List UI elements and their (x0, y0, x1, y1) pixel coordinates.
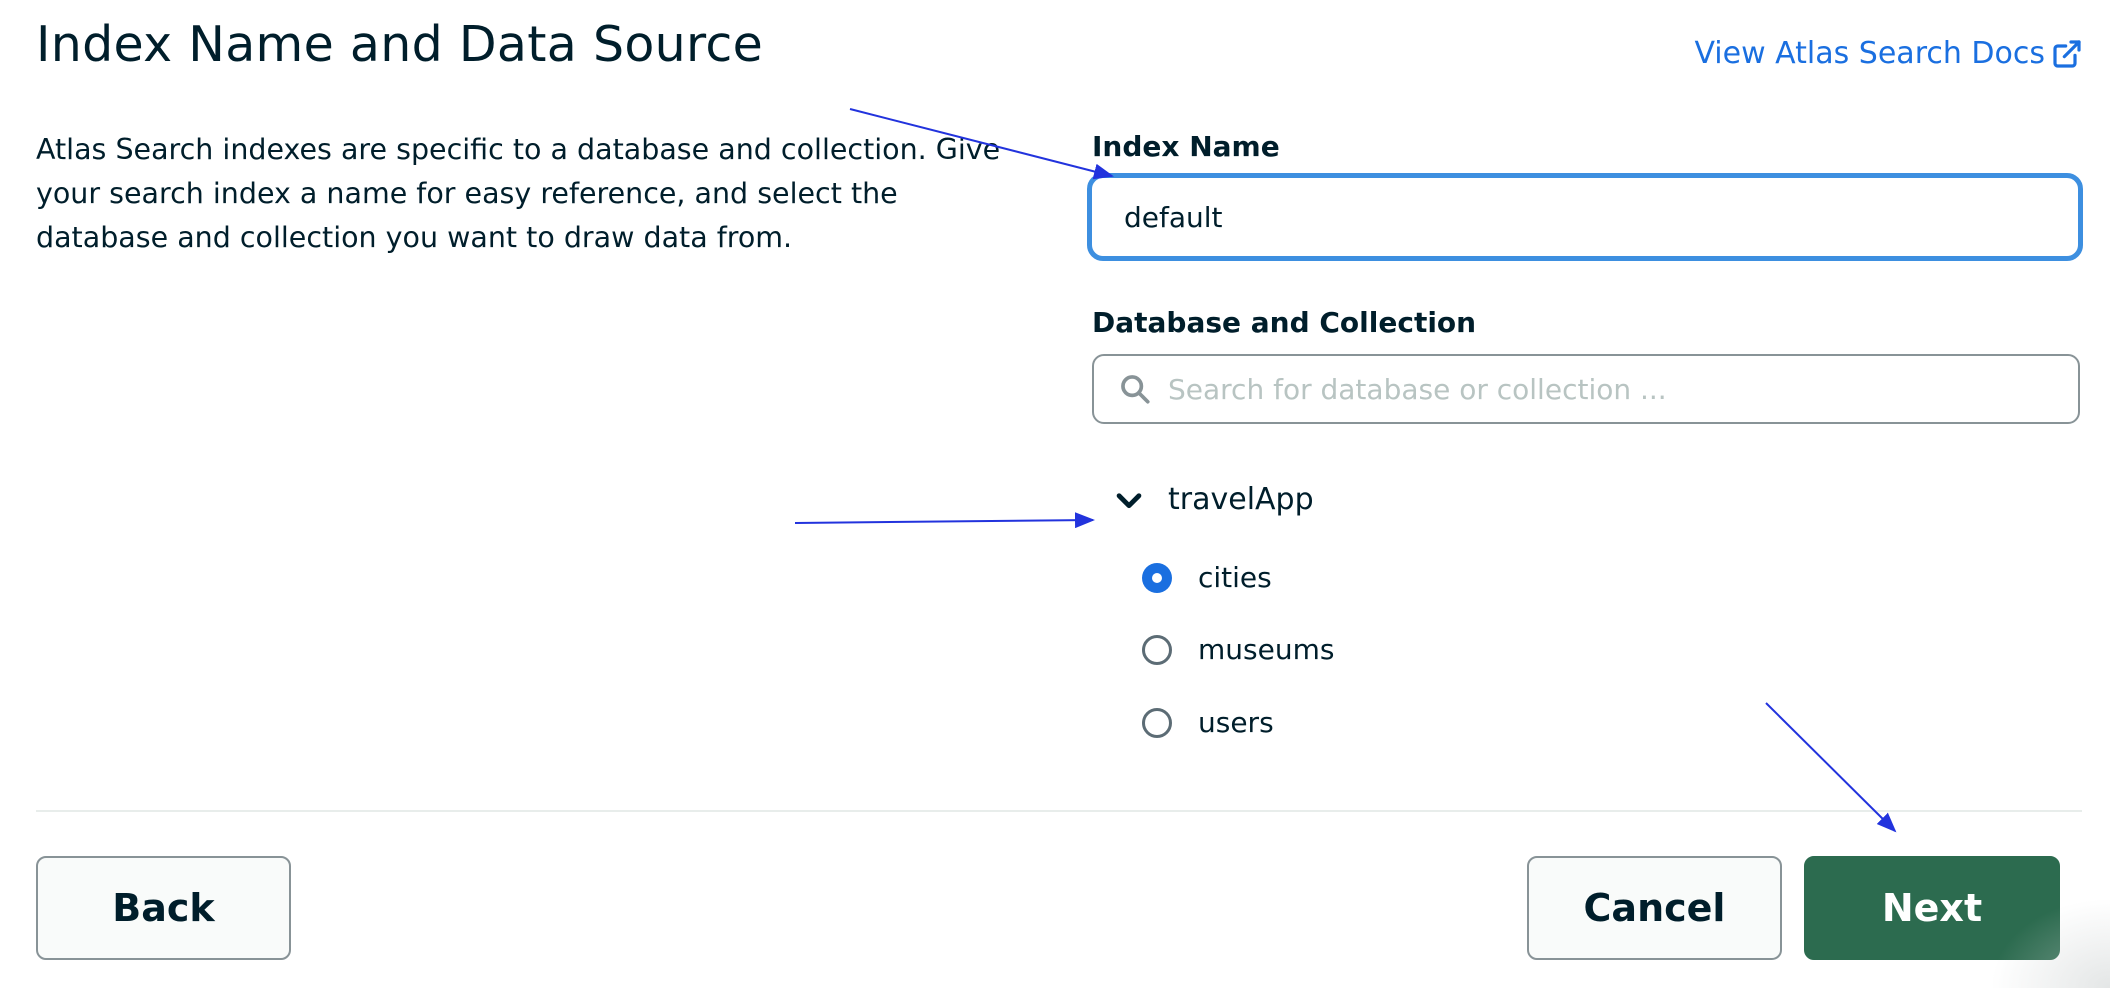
database-tree-item[interactable]: travelApp (1112, 482, 1314, 517)
radio-unselected-icon[interactable] (1142, 707, 1172, 738)
arrow-to-database (794, 512, 1095, 529)
collection-option-users[interactable]: users (1142, 706, 1274, 739)
collection-name: museums (1198, 633, 1335, 666)
collection-name: cities (1198, 561, 1272, 594)
collection-name: users (1198, 706, 1274, 739)
page-title: Index Name and Data Source (36, 16, 764, 73)
footer-divider (36, 810, 2082, 812)
index-name-input[interactable] (1087, 173, 2083, 261)
collection-option-museums[interactable]: museums (1142, 633, 1334, 666)
search-icon (1121, 375, 1150, 404)
index-name-label: Index Name (1092, 130, 1280, 163)
database-name: travelApp (1168, 482, 1314, 517)
corner-shadow (1990, 898, 2110, 988)
cancel-button[interactable]: Cancel (1527, 856, 1782, 960)
collection-search-input[interactable] (1166, 371, 2078, 407)
collection-search-box[interactable] (1092, 354, 2080, 424)
view-docs-link-label: View Atlas Search Docs (1694, 36, 2045, 71)
view-docs-link[interactable]: View Atlas Search Docs (1694, 36, 2083, 71)
database-collection-label: Database and Collection (1092, 306, 1477, 339)
collection-option-cities[interactable]: cities (1142, 561, 1272, 594)
external-link-icon (2053, 39, 2081, 68)
radio-selected-icon[interactable] (1142, 562, 1172, 593)
radio-unselected-icon[interactable] (1142, 634, 1172, 665)
chevron-down-icon (1116, 492, 1142, 508)
back-button[interactable]: Back (36, 856, 291, 960)
description-text: Atlas Search indexes are specific to a d… (36, 133, 1001, 254)
